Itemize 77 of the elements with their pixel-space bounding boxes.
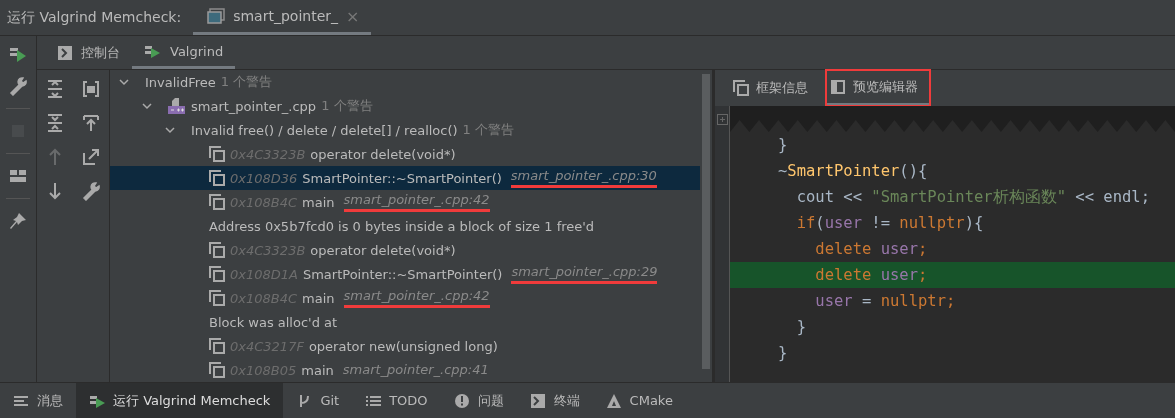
tool-window-tab[interactable]: CMake [592, 383, 686, 418]
source-location[interactable]: smart_pointer_.cpp:42 [343, 288, 490, 308]
message-row[interactable]: Block was alloc'd at [110, 310, 700, 334]
warning-count: 1 个警告 [321, 97, 373, 115]
function-name: operator delete(void*) [310, 242, 456, 258]
function-name: main [302, 290, 335, 306]
tree-node-row[interactable]: InvalidFree 1 个警告 [110, 70, 700, 94]
code-line: if(user != nullptr){ [795, 213, 985, 234]
tree-node-row[interactable]: Invalid free() / delete / delete[] / realloc() 1 个警告 [110, 118, 700, 142]
node-label: smart_pointer_.cpp [191, 98, 317, 114]
frame-icon [209, 194, 225, 210]
frame-icon [209, 242, 225, 258]
wrench-icon[interactable] [8, 76, 28, 96]
frame-icon [209, 146, 225, 162]
function-name: operator new(unsigned long) [308, 338, 498, 354]
function-name: SmartPointer::~SmartPointer() [302, 170, 502, 186]
source-location[interactable]: smart_pointer_.cpp:41 [342, 361, 489, 379]
scrollbar-thumb[interactable] [702, 74, 710, 369]
tool-window-tab[interactable]: 问题 [440, 383, 517, 418]
tree-node-row[interactable]: smart_pointer_.cpp 1 个警告 [110, 94, 700, 118]
console-icon [529, 392, 548, 409]
arrow-up-to-line-icon[interactable] [81, 113, 101, 133]
function-name: main [301, 362, 334, 378]
frame-icon [209, 170, 225, 186]
source-location[interactable]: smart_pointer_.cpp:29 [511, 264, 658, 284]
chevron-down-icon[interactable] [141, 100, 153, 112]
detail-tab[interactable]: 框架信息 [729, 70, 820, 106]
code-line: cout << "SmartPointer析构函数" << endl; [795, 187, 1151, 208]
frame-icon [209, 290, 225, 306]
pin-icon[interactable] [8, 211, 28, 231]
frame-icon [209, 266, 225, 282]
bracket-icon[interactable] [81, 79, 101, 99]
message-row[interactable]: Address 0x5b7fcd0 is 0 bytes inside a block of size 1 free'd [110, 214, 700, 238]
node-label: InvalidFree [145, 74, 216, 90]
code-line: ~SmartPointer(){ [777, 161, 929, 182]
code-line: delete user; [814, 239, 929, 260]
node-label: Invalid free() / delete / delete[] / realloc() [191, 122, 458, 138]
tool-window-tab[interactable]: 终端 [516, 383, 593, 418]
cpp-file-icon [168, 97, 186, 115]
alert-icon [453, 392, 472, 409]
panel-tab[interactable]: Valgrind [132, 36, 236, 69]
stack-frame-row[interactable]: 0x108D36 SmartPointer::~SmartPointer() smart_pointer_.cpp:30 [110, 166, 700, 190]
function-name: operator delete(void*) [310, 146, 456, 162]
tool-window-tab[interactable]: TODO [352, 383, 441, 418]
panel-tab[interactable]: 控制台 [45, 36, 132, 69]
collapse-all-icon[interactable] [45, 113, 65, 133]
run-tab[interactable]: smart_pointer_ × [193, 0, 372, 35]
chevron-down-icon[interactable] [118, 76, 130, 88]
source-location[interactable]: smart_pointer_.cpp:42 [343, 192, 490, 212]
code-line: user = nullptr; [814, 291, 957, 312]
code-line: } [777, 135, 789, 156]
frame-icon [209, 362, 225, 378]
address: 0x108D36 [230, 170, 298, 186]
wrench-icon[interactable] [81, 181, 101, 201]
tool-window-tab[interactable]: 运行 Valgrind Memcheck [76, 383, 284, 418]
function-name: SmartPointer::~SmartPointer() [302, 266, 503, 282]
warning-count: 1 个警告 [220, 73, 273, 91]
message-text: Block was alloc'd at [209, 314, 338, 330]
tool-window-tab[interactable]: Git [283, 383, 353, 418]
console-icon [57, 44, 73, 61]
frame-icon [733, 80, 749, 96]
function-name: main [302, 194, 335, 210]
run-title: 运行 Valgrind Memcheck: [6, 8, 183, 27]
window-icon [207, 8, 226, 24]
code-line: } [795, 317, 807, 338]
source-location[interactable]: smart_pointer_.cpp:30 [510, 168, 657, 188]
run-icon [144, 43, 162, 59]
frame-icon [209, 338, 225, 354]
panel-icon [830, 78, 846, 95]
tool-window-tab[interactable]: 消息 [0, 383, 76, 418]
warning-count: 1 个警告 [462, 121, 514, 139]
triangle-icon [605, 392, 624, 409]
expand-all-icon[interactable] [45, 79, 65, 99]
code-line: } [777, 343, 789, 364]
chevron-down-icon[interactable] [164, 124, 176, 136]
message-text: Address 0x5b7fcd0 is 0 bytes inside a block of size 1 free'd [209, 218, 595, 234]
export-icon[interactable] [81, 147, 101, 167]
